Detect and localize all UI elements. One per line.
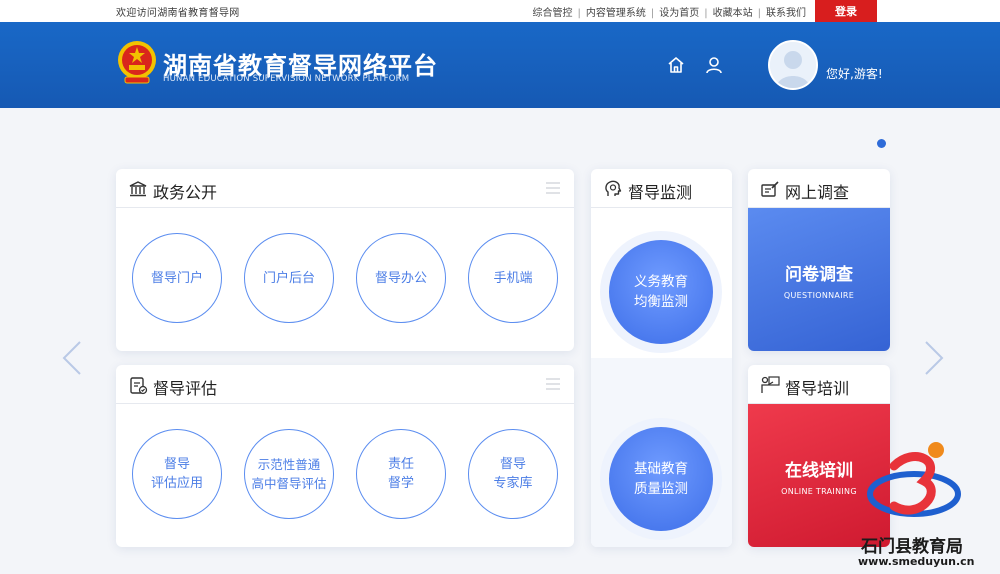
avatar-silhouette-icon [770, 42, 816, 88]
login-button[interactable]: 登录 [815, 0, 877, 23]
user-icon[interactable] [704, 55, 724, 75]
evaluation-card: 督导评估 督导评估应用 示范性普通高中督导评估 责任督学 督导专家库 [116, 365, 574, 547]
nav-cms[interactable]: 内容管理系统 [582, 8, 650, 19]
evaluation-card-header: 督导评估 [116, 365, 574, 404]
top-nav: 综合管控 | 内容管理系统 | 设为首页 | 收藏本站 | 联系我们 [529, 4, 811, 19]
national-emblem-icon [118, 41, 156, 84]
affairs-card-header: 政务公开 [116, 169, 574, 208]
welcome-notice: 欢迎访问湖南省教育督导网 [116, 8, 240, 19]
monitoring-card-header: 督导监测 [591, 169, 732, 208]
online-training-subtitle: ONLINE TRAINING [781, 486, 857, 496]
header: 湖南省教育督导网络平台 HUNAN EDUCATION SUPERVISION … [0, 22, 1000, 108]
home-icon[interactable] [666, 55, 686, 75]
government-building-icon [129, 181, 147, 197]
carousel-indicator[interactable] [877, 139, 886, 148]
questionnaire-title: 问卷调查 [785, 264, 853, 285]
clipboard-check-icon [130, 377, 148, 395]
model-high-school-line1: 示范性普通 [257, 457, 321, 472]
nav-set-home[interactable]: 设为首页 [655, 8, 703, 19]
mobile-link[interactable]: 手机端 [468, 233, 558, 323]
training-card-header: 督导培训 [748, 365, 890, 404]
expert-database-line2: 专家库 [493, 476, 533, 491]
lightbulb-head-icon [605, 180, 622, 196]
menu-lines-icon[interactable] [546, 377, 560, 391]
questionnaire-subtitle: QUESTIONNAIRE [783, 290, 855, 300]
nav-bookmark[interactable]: 收藏本站 [709, 8, 757, 19]
balance-line1: 义务教育 [634, 274, 688, 290]
responsibility-supervisor-link[interactable]: 责任 督学 [356, 429, 446, 519]
model-high-school-evaluation-link[interactable]: 示范性普通高中督导评估 [244, 429, 334, 519]
chevron-right-icon[interactable] [922, 340, 946, 376]
training-card-title: 督导培训 [785, 379, 850, 398]
basic-education-quality-link[interactable]: 基础教育 质量监测 [609, 427, 713, 531]
watermark-url: www.smeduyun.cn [858, 555, 975, 568]
monitoring-card: 督导监测 义务教育均衡监测 基础教育质量监测 [591, 169, 732, 547]
evaluation-app-link[interactable]: 督导 评估应用 [132, 429, 222, 519]
teacher-board-icon [761, 376, 780, 393]
menu-lines-icon[interactable] [546, 181, 560, 195]
responsibility-supervisor-line2: 督学 [387, 476, 414, 491]
balance-line2: 均衡监测 [634, 294, 688, 310]
survey-card-title: 网上调查 [785, 183, 850, 202]
edit-document-icon [761, 181, 779, 197]
quality-line2: 质量监测 [634, 481, 688, 497]
compulsory-education-balance-link[interactable]: 义务教育 均衡监测 [609, 240, 713, 344]
responsibility-supervisor-line1: 责任 [387, 457, 414, 472]
nav-contact[interactable]: 联系我们 [762, 8, 810, 19]
evaluation-app-line1: 督导 [163, 457, 190, 472]
supervision-office-link[interactable]: 督导办公 [356, 233, 446, 323]
questionnaire-banner[interactable]: 问卷调查 QUESTIONNAIRE [748, 208, 890, 351]
affairs-card-title: 政务公开 [153, 183, 218, 202]
expert-database-line1: 督导 [499, 457, 526, 472]
online-training-title: 在线培训 [785, 460, 853, 481]
greeting-text: 您好,游客! [826, 67, 883, 81]
nav-control[interactable]: 综合管控 [529, 8, 577, 19]
survey-card-header: 网上调查 [748, 169, 890, 208]
avatar[interactable] [768, 40, 818, 90]
site-subtitle: HUNAN EDUCATION SUPERVISION NETWORK PLAT… [163, 74, 410, 84]
monitoring-card-title: 督导监测 [628, 183, 693, 202]
evaluation-app-line2: 评估应用 [150, 476, 203, 491]
model-high-school-line2: 高中督导评估 [251, 476, 327, 491]
affairs-card: 政务公开 督导门户 门户后台 督导办公 手机端 [116, 169, 574, 351]
watermark-name: 石门县教育局 [861, 537, 963, 557]
expert-database-link[interactable]: 督导 专家库 [468, 429, 558, 519]
shimen-education-logo-icon [867, 442, 961, 517]
chevron-left-icon[interactable] [60, 340, 84, 376]
survey-card: 网上调查 问卷调查 QUESTIONNAIRE [748, 169, 890, 351]
quality-line1: 基础教育 [634, 461, 688, 477]
portal-backend-link[interactable]: 门户后台 [244, 233, 334, 323]
evaluation-card-title: 督导评估 [153, 379, 218, 398]
supervision-portal-link[interactable]: 督导门户 [132, 233, 222, 323]
